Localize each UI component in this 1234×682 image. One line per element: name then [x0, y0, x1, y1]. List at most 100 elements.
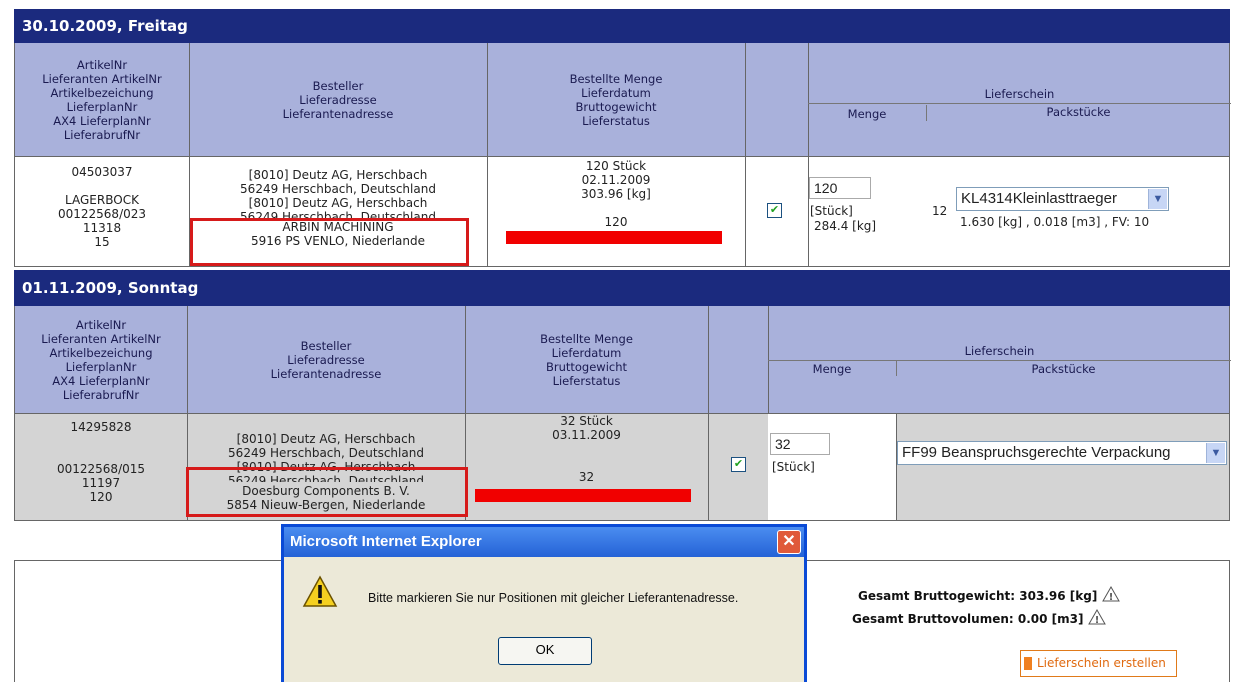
- header-label: Besteller: [312, 78, 364, 93]
- gewicht-label: Gesamt Bruttogewicht:: [858, 589, 1016, 603]
- header-menge: Bestellte Menge Lieferdatum Bruttogewich…: [465, 306, 709, 413]
- lieferdatum: 02.11.2009: [581, 173, 651, 187]
- header-lieferschein-divider: [768, 360, 1231, 361]
- ax4-lieferplan: 11197: [81, 476, 121, 490]
- header-label: ArtikelNr: [76, 57, 128, 72]
- pack-info: 1.630 [kg] , 0.018 [m3] , FV: 10: [960, 215, 1150, 229]
- header-label: ArtikelNr: [75, 317, 127, 332]
- chevron-down-icon[interactable]: ▼: [1148, 189, 1167, 209]
- header-label: AX4 LieferplanNr: [52, 373, 150, 388]
- header-label: Lieferadresse: [287, 352, 365, 367]
- header-label: AX4 LieferplanNr: [53, 113, 151, 128]
- close-icon[interactable]: ✕: [777, 530, 801, 554]
- header-packstuecke: Packstücke: [1031, 362, 1096, 376]
- packstueck-select[interactable]: KL4314Kleinlasttraeger ▼: [956, 187, 1169, 211]
- header-lieferschein-divider: [808, 103, 1231, 104]
- lieferadresse: [8010] Deutz AG, Herschbach: [248, 196, 428, 210]
- table-header: ArtikelNr Lieferanten ArtikelNr Artikelb…: [14, 43, 1231, 156]
- lieferdatum: 03.11.2009: [552, 428, 621, 442]
- header-artikel: ArtikelNr Lieferanten ArtikelNr Artikelb…: [15, 43, 190, 156]
- packstueck-select-value: FF99 Beanspruchsgerechte Verpackung: [902, 444, 1171, 461]
- pack-count: 12: [932, 204, 948, 218]
- dialog-message: Bitte markieren Sie nur Positionen mit g…: [368, 591, 739, 605]
- header-label: LieferplanNr: [65, 359, 137, 374]
- header-label: Lieferstatus: [552, 373, 621, 388]
- artikel-nr: 14295828: [70, 420, 132, 434]
- bruttogewicht: 303.96 [kg]: [581, 187, 651, 201]
- cell-artikel: 04503037 LAGERBOCK 00122568/023 11318 15: [15, 157, 190, 266]
- table-header: ArtikelNr Lieferanten ArtikelNr Artikelb…: [14, 306, 1231, 413]
- header-label: Lieferanten ArtikelNr: [41, 331, 161, 346]
- header-artikel: ArtikelNr Lieferanten ArtikelNr Artikelb…: [15, 306, 188, 413]
- header-label: Lieferstatus: [582, 113, 650, 128]
- header-label: Bestellte Menge: [540, 331, 633, 346]
- lieferstatus: 32: [578, 470, 595, 484]
- header-label: LieferabrufNr: [62, 387, 140, 402]
- arrow-right-icon: [1024, 657, 1032, 670]
- lieferadresse-ort: 56249 Herschbach, Deutschland: [240, 210, 436, 218]
- warning-icon: [302, 575, 338, 607]
- header-adresse: Besteller Lieferadresse Lieferantenadres…: [189, 43, 488, 156]
- svg-text:!: !: [1108, 592, 1113, 602]
- date-header: 30.10.2009, Freitag: [14, 9, 1230, 43]
- cell-artikel: 14295828 00122568/015 11197 120: [15, 414, 188, 520]
- header-label: Besteller: [300, 338, 352, 353]
- header-label: LieferabrufNr: [63, 127, 141, 142]
- highlight-box-supplier-2: [186, 467, 468, 517]
- header-menge-sub: Menge: [847, 107, 887, 121]
- svg-text:!: !: [1094, 615, 1099, 625]
- status-bar: [506, 231, 722, 244]
- header-lieferschein: Lieferschein: [984, 87, 1055, 101]
- lieferstatus: 120: [604, 215, 628, 229]
- header-label: Lieferdatum: [551, 345, 622, 360]
- header-adresse: Besteller Lieferadresse Lieferantenadres…: [187, 306, 466, 413]
- lieferplan-nr: 00122568/015: [56, 462, 146, 476]
- header-check: [745, 43, 809, 156]
- cell-menge: 32 Stück 03.11.2009 32: [465, 414, 709, 520]
- besteller: [8010] Deutz AG, Herschbach: [248, 168, 428, 182]
- artikel-nr: 04503037: [71, 165, 133, 179]
- chevron-down-icon[interactable]: ▼: [1206, 443, 1225, 463]
- bestellte-menge: 32 Stück: [560, 414, 613, 428]
- alert-dialog: Microsoft Internet Explorer ✕ Bitte mark…: [281, 524, 807, 682]
- date-header: 01.11.2009, Sonntag: [14, 270, 1230, 306]
- ax4-lieferplan: 11318: [82, 221, 122, 235]
- lieferschein-erstellen-button[interactable]: Lieferschein erstellen: [1020, 650, 1177, 677]
- header-label: Lieferantenadresse: [282, 106, 394, 121]
- menge-gewicht: 284.4 [kg]: [814, 219, 877, 233]
- header-label: Lieferantenadresse: [270, 366, 382, 381]
- status-bar: [475, 489, 691, 502]
- artikel-bezeichnung: LAGERBOCK: [65, 193, 139, 207]
- menge-unit: [Stück]: [810, 204, 853, 218]
- gesamt-bruttogewicht: Gesamt Bruttogewicht: 303.96 [kg] !: [858, 585, 1120, 603]
- bestellte-menge: 120 Stück: [585, 159, 647, 173]
- select-checkbox[interactable]: ✔: [731, 457, 746, 472]
- besteller-ort: 56249 Herschbach, Deutschland: [228, 446, 424, 460]
- gewicht-value: 303.96 [kg]: [1019, 589, 1098, 603]
- select-checkbox[interactable]: ✔: [767, 203, 782, 218]
- warning-icon: !: [1087, 608, 1106, 626]
- header-label: Artikelbezeichung: [49, 345, 153, 360]
- header-lieferschein: Lieferschein: [964, 344, 1035, 358]
- packstueck-select[interactable]: FF99 Beanspruchsgerechte Verpackung ▼: [897, 441, 1227, 465]
- highlight-box-supplier-1: [190, 218, 469, 266]
- menge-input[interactable]: 120: [809, 177, 871, 199]
- header-menge-sub: Menge: [812, 362, 852, 376]
- besteller: [8010] Deutz AG, Herschbach: [236, 432, 416, 446]
- menge-unit: [Stück]: [772, 460, 815, 474]
- button-label: Lieferschein erstellen: [1037, 656, 1166, 670]
- volumen-label: Gesamt Bruttovolumen:: [852, 612, 1014, 626]
- lieferabruf-nr: 15: [94, 235, 110, 249]
- header-label: Bruttogewicht: [575, 99, 657, 114]
- header-label: Lieferanten ArtikelNr: [42, 71, 162, 86]
- ok-button[interactable]: OK: [498, 637, 592, 665]
- header-label: Lieferadresse: [299, 92, 377, 107]
- header-label: Bruttogewicht: [545, 359, 628, 374]
- header-label: LieferplanNr: [66, 99, 138, 114]
- cell-menge: 120 Stück 02.11.2009 303.96 [kg] 120: [487, 157, 746, 266]
- packstueck-select-value: KL4314Kleinlasttraeger: [961, 190, 1117, 207]
- menge-input[interactable]: 32: [770, 433, 830, 455]
- besteller-ort: 56249 Herschbach, Deutschland: [240, 182, 436, 196]
- header-label: Lieferdatum: [581, 85, 651, 100]
- dialog-title: Microsoft Internet Explorer: [284, 527, 804, 557]
